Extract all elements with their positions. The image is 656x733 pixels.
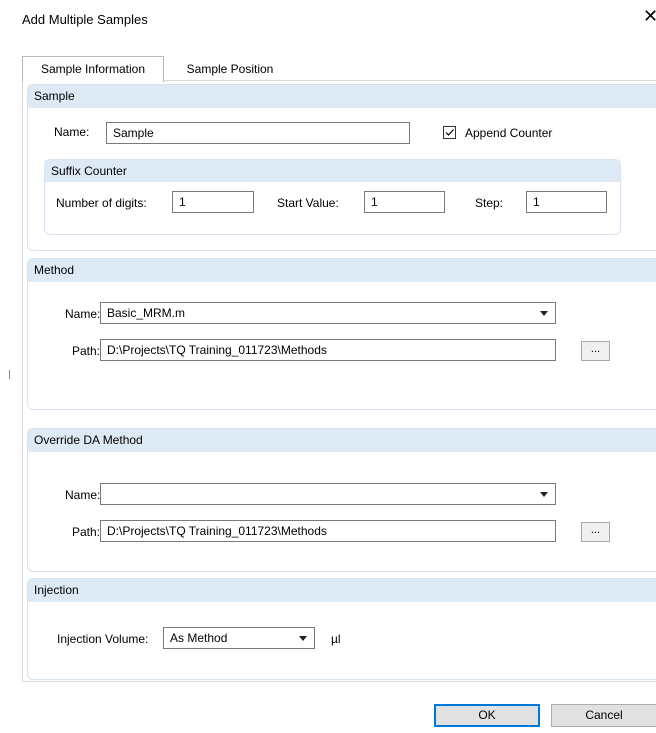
chevron-down-icon[interactable] — [298, 628, 308, 648]
override-da-header: Override DA Method — [28, 429, 656, 452]
sample-section-header: Sample — [28, 85, 656, 108]
sample-name-input[interactable]: Sample — [106, 122, 410, 144]
start-value-label: Start Value: — [277, 196, 339, 210]
method-path-label: Path: — [72, 344, 101, 358]
override-path-label: Path: — [72, 525, 101, 539]
method-path-input[interactable]: D:\Projects\TQ Training_011723\Methods — [100, 339, 556, 361]
injection-header: Injection — [28, 579, 656, 602]
method-browse-button[interactable]: ... — [581, 341, 610, 361]
override-browse-button[interactable]: ... — [581, 522, 610, 542]
override-name-dropdown[interactable] — [100, 483, 556, 505]
step-input[interactable]: 1 — [526, 191, 607, 213]
tab-sample-information[interactable]: Sample Information — [22, 56, 164, 82]
injection-volume-dropdown[interactable]: As Method — [163, 627, 315, 649]
injection-section: Injection — [27, 578, 656, 680]
method-name-value: Basic_MRM.m — [107, 306, 186, 320]
injection-volume-value: As Method — [170, 631, 228, 645]
cancel-button[interactable]: Cancel — [551, 704, 656, 727]
chevron-down-icon[interactable] — [539, 484, 549, 504]
ok-button[interactable]: OK — [434, 704, 540, 727]
injection-unit: µl — [331, 632, 341, 646]
step-label: Step: — [475, 196, 504, 210]
close-icon[interactable]: ✕ — [643, 6, 656, 30]
digits-input[interactable]: 1 — [172, 191, 254, 213]
method-name-label: Name: — [65, 307, 101, 321]
injection-volume-label: Injection Volume: — [57, 632, 149, 646]
chevron-down-icon[interactable] — [539, 303, 549, 323]
override-path-input[interactable]: D:\Projects\TQ Training_011723\Methods — [100, 520, 556, 542]
append-counter-checkbox[interactable] — [443, 126, 456, 139]
start-value-input[interactable]: 1 — [364, 191, 445, 213]
append-counter-label: Append Counter — [465, 126, 553, 140]
method-section-header: Method — [28, 259, 656, 282]
window-title: Add Multiple Samples — [22, 12, 148, 27]
method-name-dropdown[interactable]: Basic_MRM.m — [100, 302, 556, 324]
suffix-counter-header: Suffix Counter — [45, 160, 620, 182]
override-name-label: Name: — [65, 488, 101, 502]
tab-sample-position[interactable]: Sample Position — [170, 58, 290, 80]
method-section: Method — [27, 258, 656, 410]
window-edge — [9, 370, 10, 379]
sample-name-label: Name: — [54, 125, 90, 139]
check-icon — [445, 129, 454, 136]
digits-label: Number of digits: — [56, 196, 147, 210]
